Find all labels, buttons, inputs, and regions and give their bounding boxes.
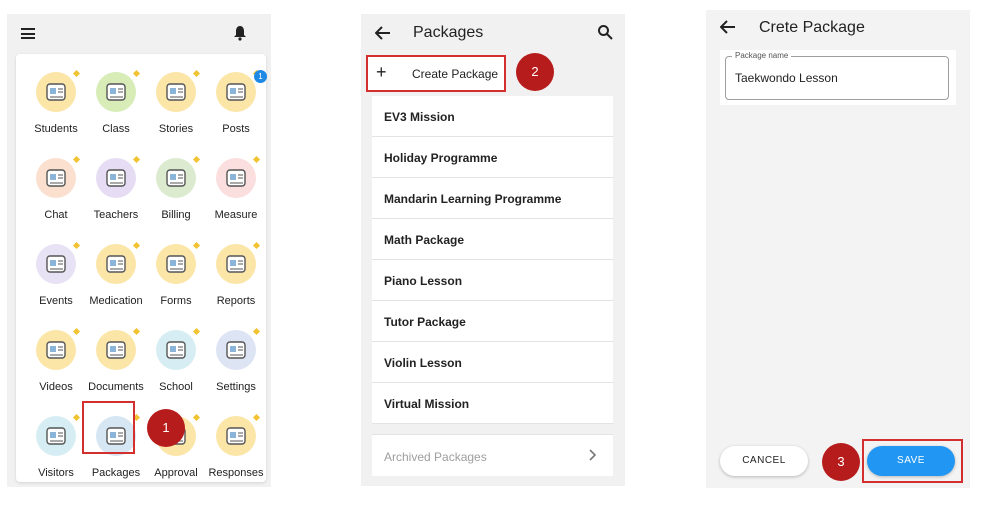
package-name-value[interactable]: Taekwondo Lesson	[735, 71, 838, 85]
tile-reports[interactable]: Reports	[206, 232, 266, 312]
sparkle-icon	[132, 69, 141, 78]
sparkle-icon	[72, 69, 81, 78]
list-item[interactable]: Mandarin Learning Programme	[372, 178, 613, 219]
sparkle-icon	[192, 413, 201, 422]
list-item[interactable]: Virtual Mission	[372, 383, 613, 424]
folder-icon	[96, 330, 136, 370]
package-name: Violin Lesson	[384, 356, 462, 370]
package-name: Virtual Mission	[384, 397, 470, 411]
package-name: Tutor Package	[384, 315, 466, 329]
package-name: Math Package	[384, 233, 465, 247]
school-building-icon	[156, 330, 196, 370]
video-player-icon	[36, 330, 76, 370]
create-top-bar: Crete Package	[706, 10, 970, 46]
megaphone-icon	[216, 72, 256, 112]
package-name: EV3 Mission	[384, 110, 455, 124]
tile-responses[interactable]: Responses	[206, 404, 266, 484]
package-form-card: Package name Taekwondo Lesson	[720, 50, 956, 105]
back-arrow-icon[interactable]	[720, 20, 736, 34]
receipt-icon	[156, 158, 196, 198]
sparkle-icon	[192, 327, 201, 336]
home-screen: Students Class Stories 1 Posts Chat Teachers Bi…	[7, 14, 271, 487]
scale-gauge-icon	[216, 158, 256, 198]
teacher-avatar-icon	[96, 158, 136, 198]
sparkle-icon	[192, 155, 201, 164]
package-list: EV3 Mission Holiday Programme Mandarin Lea…	[372, 96, 613, 424]
step-marker-3: 3	[822, 443, 860, 481]
archived-packages-label: Archived Packages	[384, 450, 487, 464]
sparkle-icon	[72, 413, 81, 422]
package-name: Mandarin Learning Programme	[384, 192, 562, 206]
sparkle-icon	[72, 155, 81, 164]
notification-badge: 1	[254, 70, 267, 83]
package-name: Holiday Programme	[384, 151, 498, 165]
list-item[interactable]: Tutor Package	[372, 301, 613, 342]
packages-screen: Packages + Create Package 2 EV3 Mission H…	[361, 14, 625, 486]
calendar-icon	[36, 244, 76, 284]
sparkle-icon	[132, 155, 141, 164]
sparkle-icon	[72, 241, 81, 250]
packages-highlight-box	[82, 401, 135, 454]
sparkle-icon	[252, 241, 261, 250]
report-search-icon	[216, 244, 256, 284]
bell-icon[interactable]	[233, 25, 247, 41]
sparkle-icon	[72, 327, 81, 336]
student-id-card-icon	[36, 72, 76, 112]
page-title: Crete Package	[759, 19, 865, 36]
list-item[interactable]: Violin Lesson	[372, 342, 613, 383]
list-item[interactable]: Holiday Programme	[372, 137, 613, 178]
tile-label: Reports	[216, 295, 256, 307]
tile-label: Responses	[208, 467, 264, 479]
tile-measure[interactable]: Measure	[206, 146, 266, 226]
home-top-bar	[7, 14, 271, 54]
sparkle-icon	[132, 241, 141, 250]
chat-bubbles-icon	[36, 158, 76, 198]
list-item[interactable]: EV3 Mission	[372, 96, 613, 137]
form-list-icon	[156, 244, 196, 284]
package-name: Piano Lesson	[384, 274, 463, 288]
module-grid: Students Class Stories 1 Posts Chat Teachers Bi…	[16, 54, 267, 484]
page-title: Packages	[413, 24, 484, 41]
save-highlight-box	[862, 439, 963, 483]
list-item[interactable]: Math Package	[372, 219, 613, 260]
visitor-avatar-icon	[36, 416, 76, 456]
sparkle-icon	[252, 413, 261, 422]
sparkle-icon	[192, 241, 201, 250]
tile-label: Measure	[214, 209, 258, 221]
sparkle-icon	[252, 155, 261, 164]
cancel-button[interactable]: CANCEL	[720, 446, 808, 476]
tile-label: Posts	[222, 123, 250, 135]
packages-top-bar: Packages	[361, 14, 625, 54]
create-package-label: Create Package	[412, 67, 499, 81]
step-marker-2: 2	[516, 53, 554, 91]
class-board-icon	[96, 72, 136, 112]
archived-packages-row[interactable]: Archived Packages	[372, 434, 613, 476]
plus-icon: +	[376, 62, 387, 82]
sparkle-icon	[252, 327, 261, 336]
package-name-field[interactable]: Package name Taekwondo Lesson	[725, 51, 949, 100]
chevron-right-icon	[589, 449, 597, 461]
settings-cog-icon	[216, 330, 256, 370]
sparkle-icon	[192, 69, 201, 78]
tile-settings[interactable]: Settings	[206, 318, 266, 398]
step-marker-1: 1	[147, 409, 185, 447]
package-name-label: Package name	[732, 51, 792, 60]
create-package-screen: Crete Package Package name Taekwondo Les…	[706, 10, 970, 488]
sparkle-icon	[132, 327, 141, 336]
tile-label: Settings	[216, 381, 256, 393]
photo-stack-icon	[156, 72, 196, 112]
menu-icon[interactable]	[21, 28, 35, 39]
search-icon[interactable]	[597, 24, 613, 40]
create-package-button[interactable]: + Create Package	[366, 55, 506, 92]
nurse-icon	[96, 244, 136, 284]
back-arrow-icon[interactable]	[375, 26, 391, 40]
list-item[interactable]: Piano Lesson	[372, 260, 613, 301]
tile-posts[interactable]: 1 Posts	[206, 60, 267, 140]
responses-network-icon	[216, 416, 256, 456]
